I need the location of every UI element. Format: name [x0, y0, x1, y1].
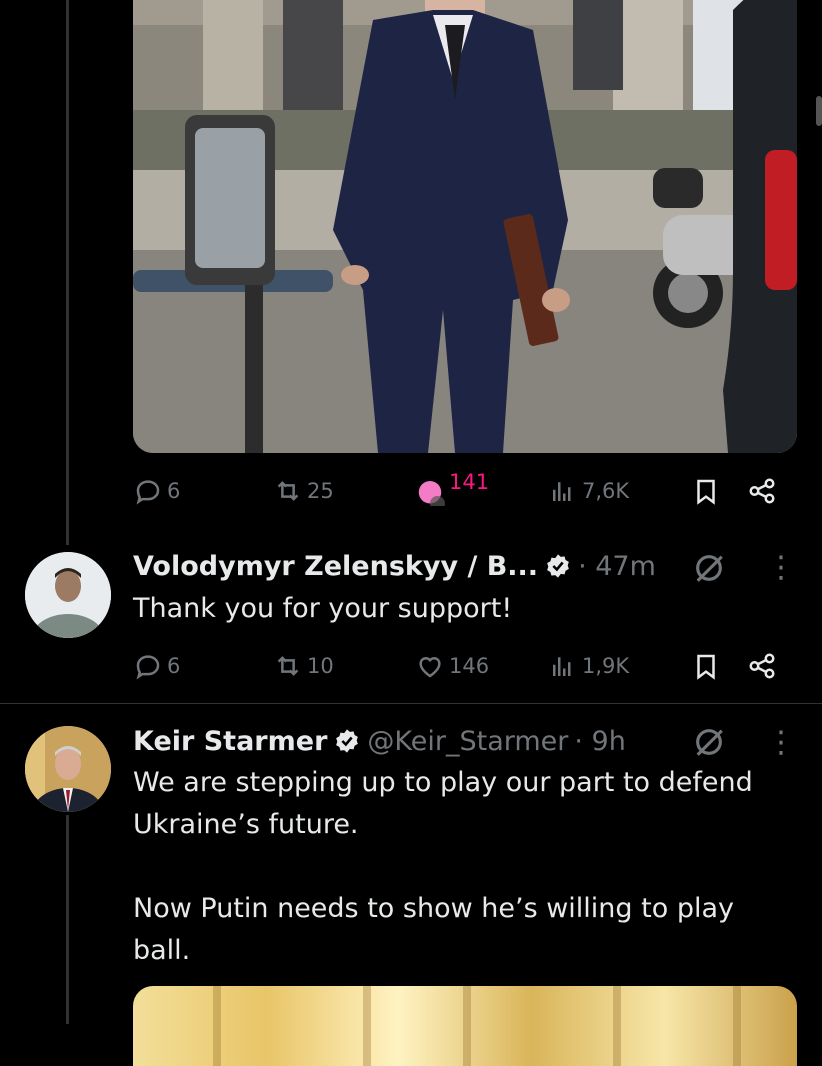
author-handle[interactable]: @Keir_Starmer — [367, 726, 568, 757]
views-icon — [553, 482, 571, 501]
verified-badge-icon — [336, 729, 359, 753]
grok-icon[interactable] — [692, 551, 726, 585]
repost-count: 25 — [307, 479, 334, 503]
reply1-text: Thank you for your support! — [133, 593, 513, 624]
author-name[interactable]: Volodymyr Zelenskyy / B... — [133, 551, 538, 582]
repost-icon — [277, 481, 299, 501]
media-detail — [213, 986, 221, 1066]
heart-icon — [419, 657, 441, 678]
author-name[interactable]: Keir Starmer — [133, 726, 327, 757]
views-count: 1,9K — [582, 654, 630, 678]
post-action-bar: 6 25 141 7,6K — [133, 470, 783, 511]
like-count: 146 — [449, 654, 490, 678]
verified-badge-icon — [547, 554, 569, 578]
reply-count: 6 — [167, 479, 181, 503]
reply-button[interactable]: 6 — [133, 651, 180, 681]
media-detail — [363, 986, 371, 1066]
like-button[interactable]: 146 — [415, 651, 489, 681]
reply1-action-bar: 6 10 146 1,9K — [133, 646, 783, 686]
repost-count: 10 — [307, 654, 334, 678]
thread-line-top — [66, 0, 69, 545]
like-count: 141 — [449, 470, 490, 494]
more-icon[interactable]: ⋮ — [766, 724, 796, 760]
views-button[interactable]: 7,6K — [548, 476, 629, 506]
thread-line-bottom — [66, 815, 69, 1024]
bookmark-icon — [697, 654, 715, 680]
post-time[interactable]: · 47m — [578, 551, 656, 582]
post-time[interactable]: · 9h — [574, 726, 625, 757]
media-detail — [733, 986, 741, 1066]
post2-media-image[interactable] — [133, 986, 797, 1066]
avatar-starmer[interactable] — [25, 726, 111, 812]
views-icon — [553, 657, 571, 676]
media-detail — [613, 986, 621, 1066]
media-detail — [463, 986, 471, 1066]
heart-icon — [418, 481, 445, 506]
comment-icon — [136, 480, 160, 505]
bookmark-button[interactable] — [691, 651, 721, 681]
bookmark-icon — [697, 479, 715, 505]
reply1-header: Volodymyr Zelenskyy / B... · 47m — [133, 546, 656, 586]
post-divider — [0, 703, 822, 704]
grok-icon[interactable] — [692, 725, 726, 759]
share-button[interactable] — [747, 476, 777, 506]
repost-icon — [277, 656, 299, 676]
scrollbar[interactable] — [816, 96, 822, 126]
share-icon — [749, 653, 775, 679]
reply-count: 6 — [167, 654, 181, 678]
avatar-zelenskyy[interactable] — [25, 552, 111, 638]
repost-button[interactable]: 10 — [273, 651, 334, 681]
repost-button[interactable]: 25 — [273, 476, 334, 506]
post2-text: We are stepping up to play our part to d… — [133, 767, 753, 966]
share-icon — [749, 478, 775, 504]
post2-header: Keir Starmer @Keir_Starmer · 9h — [133, 721, 626, 761]
views-button[interactable]: 1,9K — [548, 651, 629, 681]
bookmark-button[interactable] — [691, 476, 721, 506]
share-button[interactable] — [747, 651, 777, 681]
reply-button[interactable]: 6 — [133, 476, 180, 506]
like-button[interactable]: 141 — [415, 470, 489, 506]
views-count: 7,6K — [582, 479, 630, 503]
post-media-image[interactable] — [133, 0, 797, 453]
more-icon[interactable]: ⋮ — [766, 549, 796, 585]
comment-icon — [136, 655, 160, 680]
